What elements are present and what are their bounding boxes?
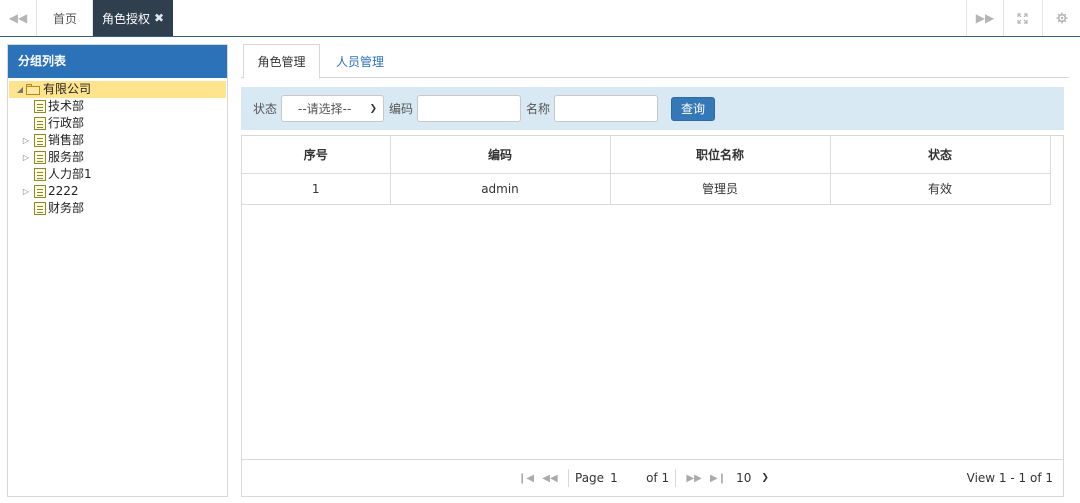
column-header[interactable]: 编码 (390, 136, 611, 174)
page-size-value: 10 (736, 471, 752, 485)
top-tab-bar: ◀◀ 首页 角色授权 ✖ ▶▶ (0, 0, 1080, 37)
first-page-icon[interactable]: ❙◀ (514, 473, 538, 484)
folder-open-icon (25, 84, 41, 95)
tab-role-management-label: 角色管理 (257, 55, 306, 69)
code-label: 编码 (389, 102, 414, 116)
table-header-row: 序号 编码 职位名称 状态 (242, 136, 1051, 174)
fullscreen-button[interactable] (1003, 0, 1040, 36)
expand-icon (1016, 12, 1028, 24)
tab-member-management[interactable]: 人员管理 (325, 44, 395, 78)
tree-node-label: 有限公司 (43, 82, 92, 96)
tree-node[interactable]: ▷ 销售部 (8, 132, 227, 149)
page-total: of 1 (646, 471, 670, 485)
pager-separator (568, 469, 569, 487)
tab-member-management-label: 人员管理 (335, 54, 384, 69)
pager: ❙◀ ◀◀ Page of 1 ▶▶ ▶❙ 10 ❯ View 1 - 1 of… (242, 459, 1063, 496)
expand-arrow-icon[interactable]: ▷ (21, 132, 31, 149)
double-chevron-left-icon: ◀◀ (8, 11, 28, 25)
tree-node[interactable]: ▷ 服务部 (8, 149, 227, 166)
settings-button[interactable] (1042, 0, 1080, 36)
table-cell: 有效 (830, 173, 1051, 205)
page-number-input[interactable] (608, 468, 643, 488)
group-list-title: 分组列表 (8, 45, 227, 78)
tree-node-label: 人力部1 (48, 167, 92, 181)
chevron-down-icon: ❯ (369, 103, 378, 114)
page-label: Page (575, 471, 605, 485)
group-list-panel: 分组列表 ◢ 有限公司 技术部行政部 ▷ 销售部 ▷ 服务部人力部1 ▷ 2222 财务部 (7, 44, 228, 497)
tab-home-label: 首页 (52, 11, 77, 26)
tab-role-authorization-label: 角色授权 (101, 11, 150, 26)
name-input[interactable] (554, 95, 659, 122)
table-cell: 1 (242, 173, 391, 205)
role-table: 序号 编码 职位名称 状态 1 admin 管理员 有效 (242, 136, 1051, 205)
double-chevron-right-icon: ▶▶ (975, 11, 995, 25)
table-cell: admin (390, 173, 611, 205)
document-icon (34, 185, 46, 198)
tree-node-label: 财务部 (48, 201, 85, 215)
tree-node-label: 行政部 (48, 116, 85, 130)
tree-node-label: 销售部 (48, 133, 85, 147)
query-button[interactable]: 查询 (671, 96, 716, 121)
tree-node-label: 技术部 (48, 99, 85, 113)
status-select[interactable]: --请选择-- ❯ (281, 95, 385, 122)
tree-node-root[interactable]: ◢ 有限公司 (9, 81, 226, 98)
column-header[interactable]: 序号 (242, 136, 391, 174)
document-icon (34, 100, 46, 113)
name-label: 名称 (526, 102, 551, 116)
content-tabs: 角色管理 人员管理 (241, 44, 1069, 79)
next-page-icon[interactable]: ▶▶ (682, 473, 706, 484)
chevron-down-icon: ❯ (761, 473, 769, 483)
status-select-value: --请选择-- (298, 102, 352, 116)
tree-node[interactable]: 技术部 (8, 98, 227, 115)
document-icon (34, 117, 46, 130)
expand-arrow-icon[interactable]: ▷ (21, 149, 31, 166)
tree-node[interactable]: ▷ 2222 (8, 183, 227, 200)
close-icon[interactable]: ✖ (154, 11, 164, 25)
document-icon (34, 151, 46, 164)
prev-page-icon[interactable]: ◀◀ (538, 473, 562, 484)
tab-home[interactable]: 首页 (38, 0, 93, 36)
expand-arrow-icon[interactable]: ▷ (21, 183, 31, 200)
page-size-select[interactable]: 10 ❯ (736, 471, 769, 485)
document-icon (34, 134, 46, 147)
table-row[interactable]: 1 admin 管理员 有效 (242, 173, 1051, 205)
column-header[interactable]: 职位名称 (610, 136, 831, 174)
tree-node[interactable]: 财务部 (8, 200, 227, 217)
tab-role-authorization[interactable]: 角色授权 ✖ (93, 0, 173, 36)
column-header[interactable]: 状态 (830, 136, 1051, 174)
tree-node-label: 2222 (48, 184, 79, 198)
last-page-icon[interactable]: ▶❙ (706, 473, 730, 484)
document-icon (34, 168, 46, 181)
role-grid-panel: 序号编码职位名称状态 1admin管理员有效 ❙◀ ◀◀ Page of 1 ▶… (241, 135, 1064, 497)
gear-icon (1056, 12, 1067, 24)
view-records-text: View 1 - 1 of 1 (966, 471, 1053, 485)
tree-node[interactable]: 行政部 (8, 115, 227, 132)
tab-role-management[interactable]: 角色管理 (243, 44, 320, 79)
scroll-tabs-left-button[interactable]: ◀◀ (0, 0, 37, 36)
expand-arrow-icon[interactable]: ◢ (15, 81, 25, 98)
code-input[interactable] (417, 95, 522, 122)
search-bar: 状态 --请选择-- ❯ 编码 名称 查询 (241, 87, 1064, 130)
status-label: 状态 (253, 102, 278, 116)
document-icon (34, 202, 46, 215)
pager-separator (675, 469, 677, 487)
scroll-tabs-right-button[interactable]: ▶▶ (966, 0, 1003, 36)
org-tree: ◢ 有限公司 技术部行政部 ▷ 销售部 ▷ 服务部人力部1 ▷ 2222 财务部 (8, 78, 227, 217)
tree-node[interactable]: 人力部1 (8, 166, 227, 183)
table-cell: 管理员 (610, 173, 831, 205)
tree-node-label: 服务部 (48, 150, 85, 164)
